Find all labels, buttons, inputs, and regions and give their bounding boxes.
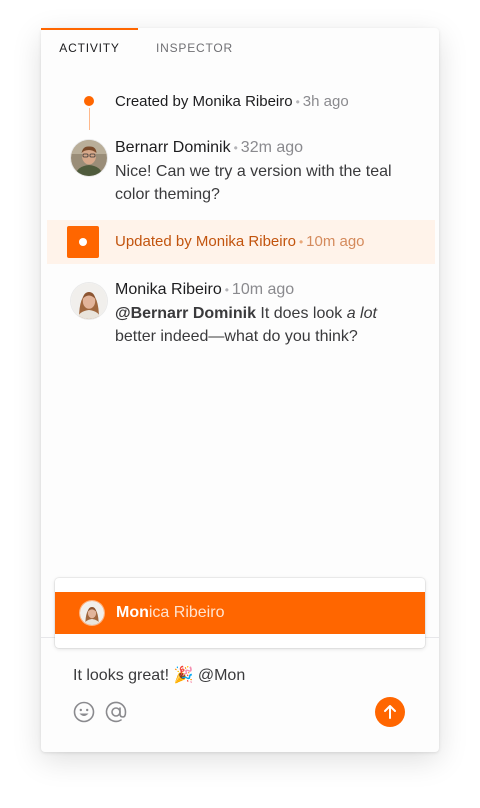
- tab-activity[interactable]: ACTIVITY: [41, 28, 138, 64]
- mention-match-text: Mon: [116, 604, 149, 621]
- created-event: Created by Monika Ribeiro • 3h ago: [115, 91, 349, 113]
- update-status-icon: [67, 226, 99, 258]
- tab-bar: ACTIVITY INSPECTOR: [41, 28, 439, 64]
- comment-author[interactable]: Bernarr Dominik: [115, 139, 231, 156]
- comment-body: @Bernarr Dominik It does look a lot bett…: [115, 302, 415, 348]
- tab-inspector[interactable]: INSPECTOR: [156, 28, 233, 64]
- at-sign-icon[interactable]: [104, 700, 128, 724]
- separator-dot: •: [233, 141, 238, 155]
- send-button[interactable]: [375, 697, 405, 727]
- separator-dot: •: [298, 235, 304, 249]
- mention-suggestion-label: Monica Ribeiro: [116, 602, 224, 624]
- timeline-connector: [89, 108, 90, 130]
- comment-bernarr-dominik: Bernarr Dominik • 32m ago Nice! Can we try…: [115, 136, 415, 206]
- mention-bernarr-dominik[interactable]: @Bernarr Dominik: [115, 305, 256, 322]
- timeline-dot-icon: [84, 96, 94, 106]
- updated-event: Updated by Monika Ribeiro • 10m ago: [115, 231, 365, 253]
- updated-event-text: Updated by Monika Ribeiro: [115, 233, 296, 250]
- comment-author[interactable]: Monika Ribeiro: [115, 281, 222, 298]
- comment-body-emphasis: a lot: [346, 305, 377, 322]
- created-event-text: Created by Monika Ribeiro: [115, 93, 293, 110]
- mention-rest-text: ica Ribeiro: [148, 604, 225, 621]
- comment-input[interactable]: It looks great! 🎉 @Mon: [73, 665, 245, 687]
- separator-dot: •: [295, 95, 300, 109]
- smiley-icon[interactable]: [72, 700, 96, 724]
- comment-time: 32m ago: [240, 139, 304, 156]
- comment-body: Nice! Can we try a version with the teal…: [115, 163, 392, 203]
- avatar-bernarr-dominik[interactable]: [71, 140, 107, 176]
- comment-time: 10m ago: [231, 281, 295, 298]
- comment-body-text: better indeed—what do you think?: [115, 328, 358, 345]
- mention-suggestion-monica-ribeiro[interactable]: Monica Ribeiro: [55, 592, 425, 634]
- avatar-monica-ribeiro: [80, 601, 104, 625]
- created-event-time: 3h ago: [302, 93, 349, 110]
- comment-body-text: It does look: [260, 305, 343, 322]
- activity-panel: ACTIVITY INSPECTOR Created by Monika Rib…: [41, 28, 439, 752]
- avatar-monika-ribeiro[interactable]: [71, 283, 107, 319]
- comment-monika-ribeiro: Monika Ribeiro • 10m ago @Bernarr Dominik …: [115, 278, 415, 348]
- separator-dot: •: [224, 283, 229, 297]
- arrow-up-icon: [384, 705, 396, 719]
- updated-event-time: 10m ago: [306, 233, 365, 250]
- mention-dropdown: Monica Ribeiro: [55, 578, 425, 648]
